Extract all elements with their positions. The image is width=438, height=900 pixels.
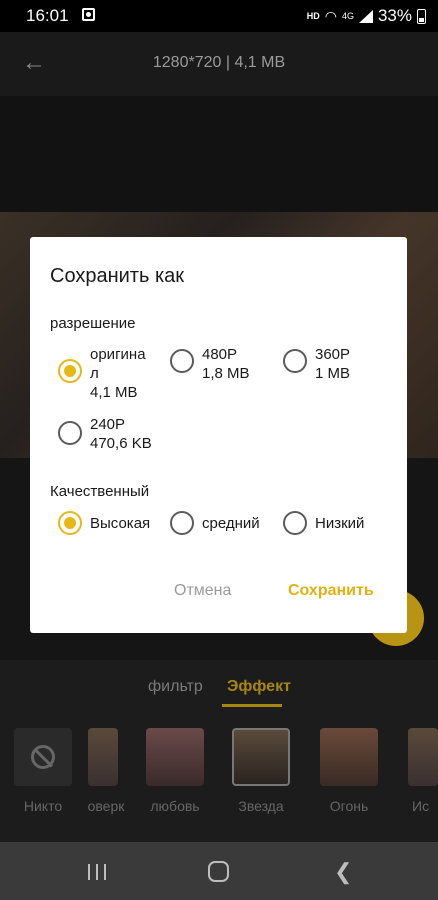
option-line: л — [90, 365, 99, 382]
quality-option-label: средний — [202, 515, 260, 532]
option-line: 480P — [202, 346, 238, 363]
option-size: 1,8 MB — [202, 365, 250, 382]
effect-label: оверк — [87, 798, 125, 814]
effect-thumb[interactable] — [320, 728, 378, 786]
quality-option-label: Высокая — [90, 515, 151, 532]
radio-icon[interactable] — [170, 511, 194, 535]
status-icons: HD ◠ 4G 33% — [307, 6, 426, 26]
app-header: ← 1280*720 | 4,1 MB — [0, 32, 438, 96]
effect-label: любовь — [150, 798, 200, 814]
save-as-dialog: Сохранить как разрешение оригина л 4,1 M… — [30, 237, 407, 633]
system-nav-bar: ❮ — [0, 842, 438, 900]
save-button[interactable]: Сохранить — [288, 582, 374, 600]
active-tab-indicator — [222, 704, 282, 707]
hd-indicator: HD — [306, 11, 320, 21]
effect-thumb[interactable] — [408, 728, 438, 786]
effect-label: Ис — [412, 798, 430, 814]
status-bar: 16:01 HD ◠ 4G 33% — [0, 0, 438, 32]
effect-label: Огонь — [329, 798, 369, 814]
effects-list: Никто оверк любовь Звезда Огонь Ис — [0, 728, 438, 828]
wifi-icon: ◠ — [324, 7, 337, 24]
radio-selected-icon[interactable] — [58, 511, 82, 535]
tab-effect[interactable]: Эффект — [227, 678, 291, 696]
dialog-title: Сохранить как — [50, 265, 185, 287]
back-icon[interactable]: ❮ — [334, 859, 352, 885]
status-time: 16:01 — [26, 6, 69, 25]
tab-filter[interactable]: фильтр — [148, 678, 203, 696]
radio-selected-icon[interactable] — [58, 359, 82, 383]
top-backdrop — [0, 96, 438, 212]
cancel-button[interactable]: Отмена — [174, 582, 231, 600]
option-line: 240P — [90, 416, 126, 433]
effect-thumb-selected[interactable] — [232, 728, 290, 786]
effect-thumb[interactable] — [146, 728, 204, 786]
radio-icon[interactable] — [170, 349, 194, 373]
battery-percent: 33% — [377, 6, 412, 25]
effect-none-thumb[interactable] — [14, 728, 72, 786]
notification-icon — [82, 8, 95, 21]
battery-icon — [417, 8, 426, 24]
home-icon[interactable] — [208, 861, 229, 882]
network-gen-label: 4G — [341, 11, 354, 21]
resolution-label: разрешение — [50, 315, 136, 332]
image-info-title: 1280*720 | 4,1 MB — [152, 54, 286, 71]
recent-apps-icon[interactable] — [88, 864, 106, 880]
radio-icon[interactable] — [283, 349, 307, 373]
radio-icon[interactable] — [283, 511, 307, 535]
option-size: 470,6 KB — [90, 435, 152, 452]
option-size: 4,1 MB — [90, 384, 138, 401]
no-effect-icon — [31, 745, 55, 769]
option-size: 1 MB — [315, 365, 351, 382]
radio-icon[interactable] — [58, 421, 82, 445]
effects-panel: фильтр Эффект Никто оверк любовь Звезда … — [0, 660, 438, 842]
option-line: 360P — [315, 346, 351, 363]
effect-thumb[interactable] — [88, 728, 118, 786]
effect-label: Звезда — [238, 798, 284, 814]
signal-icon — [358, 9, 373, 23]
quality-label: Качественный — [50, 483, 150, 500]
quality-option-label: Низкий — [315, 515, 365, 532]
option-line: оригина — [90, 346, 146, 363]
